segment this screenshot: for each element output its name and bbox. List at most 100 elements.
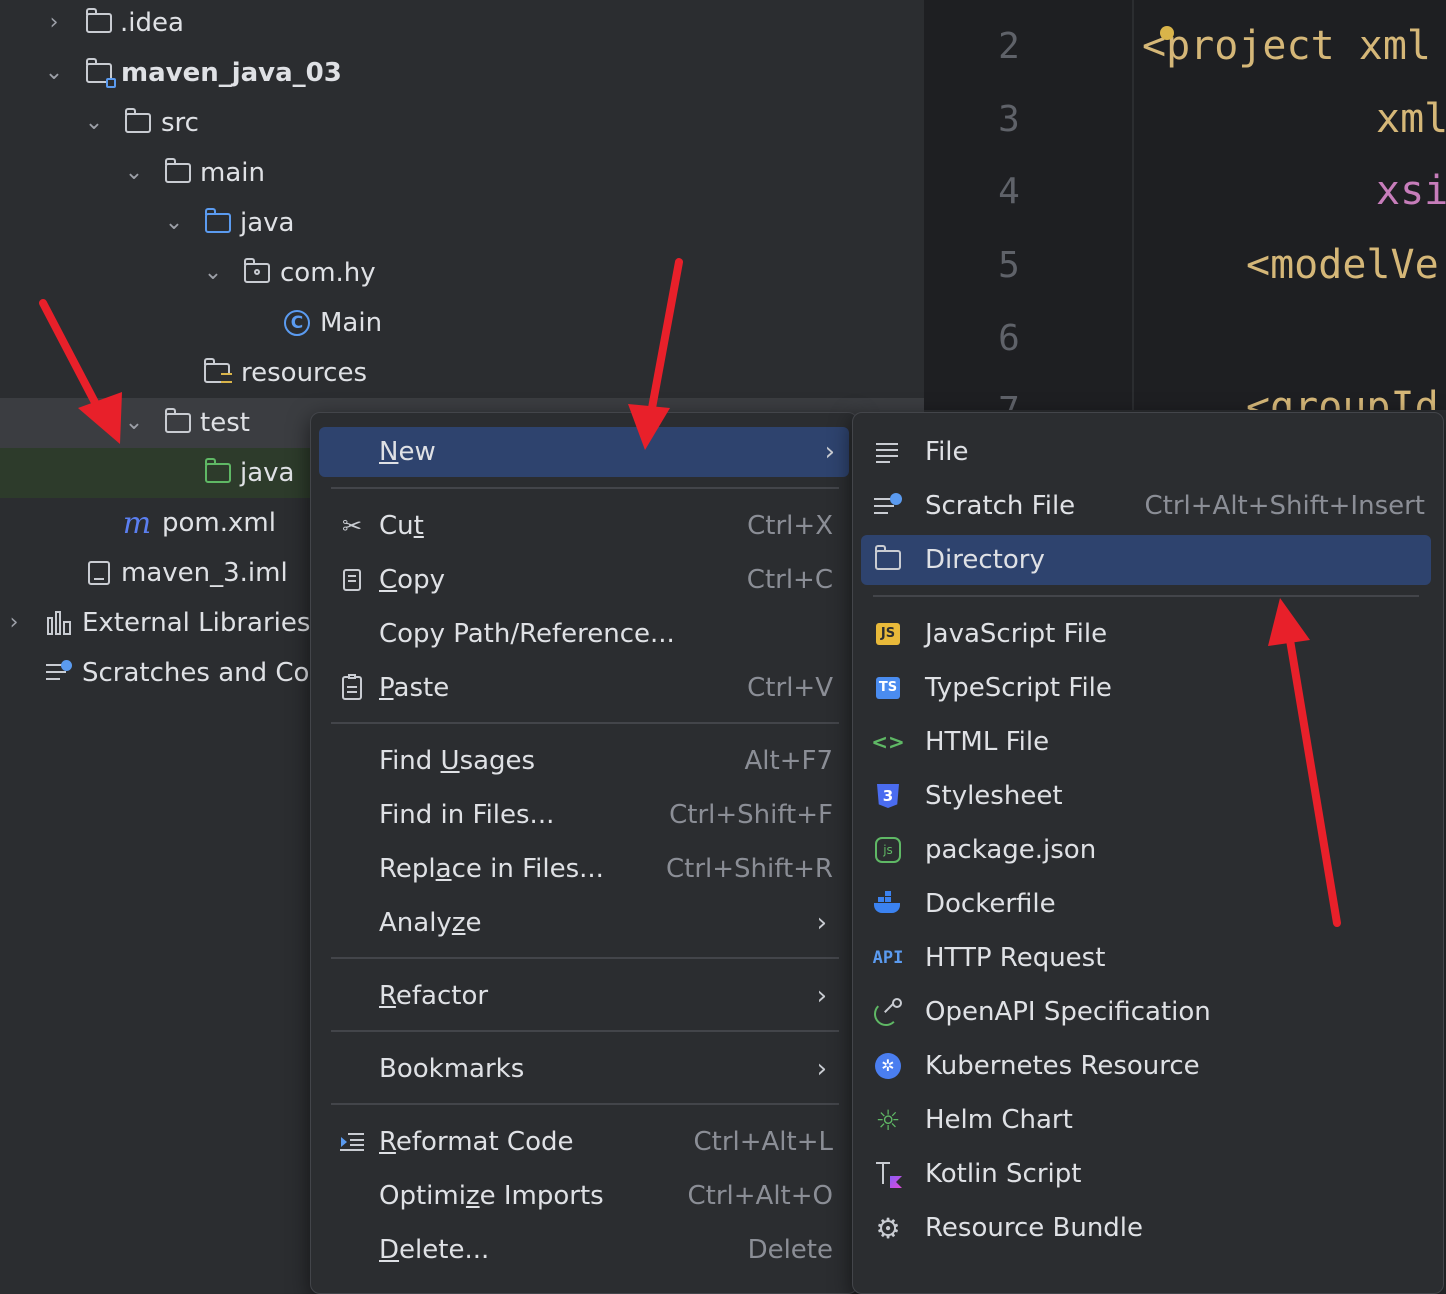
submenu-item-directory[interactable]: Directory [861,535,1431,585]
api-icon: API [872,948,904,968]
line-number: 6 [998,318,1020,359]
kubernetes-icon: ✲ [873,1051,903,1081]
code-line: xsi [1376,168,1446,214]
menu-item-copy[interactable]: Copy Ctrl+C [331,555,841,605]
code-line: <project xml [1142,23,1431,69]
submenu-item-kotlin-script[interactable]: Kotlin Script [867,1149,1433,1199]
submenu-item-kubernetes[interactable]: ✲ Kubernetes Resource [867,1041,1433,1091]
line-number: 4 [998,171,1020,212]
folder-icon [163,408,193,438]
chevron-down-icon[interactable]: ⌄ [123,162,145,184]
resources-folder-icon [202,358,232,388]
menu-separator [331,1103,839,1105]
code-line: <groupId [1246,384,1439,410]
menu-item-delete[interactable]: Delete... Delete [331,1225,841,1275]
chevron-down-icon[interactable]: ⌄ [202,262,224,284]
scissors-icon: ✂ [341,512,363,540]
submenu-item-package-json[interactable]: js package.json [867,825,1433,875]
submenu-item-typescript-file[interactable]: TS TypeScript File [867,663,1433,713]
submenu-item-resource-bundle[interactable]: ⚙ Resource Bundle [867,1203,1433,1253]
tree-item-com-hy[interactable]: ⌄ com.hy [0,248,924,298]
new-submenu: File Scratch File Ctrl+Alt+Shift+Insert … [852,412,1444,1294]
menu-item-refactor[interactable]: Refactor › [331,971,841,1021]
kotlin-script-icon [873,1159,903,1189]
test-source-folder-icon [203,458,233,488]
scratch-file-icon [873,491,903,521]
tree-item-java-main[interactable]: ⌄ java [0,198,924,248]
tree-item-maven-java-03[interactable]: ⌄ maven_java_03 [0,48,924,98]
file-lines-icon [873,437,903,467]
tree-item-src[interactable]: ⌄ src [0,98,924,148]
lightbulb-icon[interactable] [1160,26,1174,40]
submenu-item-javascript-file[interactable]: JS JavaScript File [867,609,1433,659]
chevron-right-icon[interactable]: › [43,12,65,34]
submenu-item-openapi[interactable]: OpenAPI Specification [867,987,1433,1037]
line-number: 7 [984,390,1034,410]
submenu-item-dockerfile[interactable]: Dockerfile [867,879,1433,929]
tree-item-main-class[interactable]: C Main [0,298,924,348]
code-line: <modelVe [1246,242,1439,288]
helm-icon: ☼ [875,1103,901,1137]
clipboard-icon [337,673,367,703]
module-folder-icon [84,58,116,88]
module-file-icon [84,558,114,588]
chevron-right-icon: › [816,908,827,938]
menu-separator [331,722,839,724]
gutter-separator [1132,0,1134,410]
code-editor[interactable]: 2 3 4 5 6 7 <project xml xml xsi <modelV… [924,0,1446,410]
menu-separator [331,1030,839,1032]
chevron-down-icon[interactable]: ⌄ [43,62,65,84]
tree-item-resources[interactable]: resources [0,348,924,398]
menu-item-find-usages[interactable]: Find Usages Alt+F7 [331,736,841,786]
chevron-down-icon[interactable]: ⌄ [123,412,145,434]
menu-item-new[interactable]: New › [319,427,849,477]
menu-item-bookmarks[interactable]: Bookmarks › [331,1044,841,1094]
nodejs-icon: js [873,835,903,865]
line-number: 3 [998,99,1020,140]
chevron-right-icon: › [824,437,835,467]
folder-icon [123,108,153,138]
submenu-item-stylesheet[interactable]: 3 Stylesheet [867,771,1433,821]
submenu-item-file[interactable]: File [867,427,1433,477]
html-icon: <> [871,730,905,754]
menu-item-find-in-files[interactable]: Find in Files... Ctrl+Shift+F [331,790,841,840]
submenu-item-http-request[interactable]: API HTTP Request [867,933,1433,983]
context-menu: New › ✂ Cut Ctrl+X Copy Ctrl+C Copy Path… [310,412,858,1294]
chevron-down-icon[interactable]: ⌄ [83,112,105,134]
package-icon [242,258,272,288]
menu-separator [331,487,839,489]
maven-icon: m [122,505,152,541]
css-icon: 3 [873,781,903,811]
library-icon [44,608,74,638]
openapi-icon [873,997,903,1027]
menu-item-analyze[interactable]: Analyze › [331,898,841,948]
code-line: xml [1376,96,1446,142]
submenu-item-helm-chart[interactable]: ☼ Helm Chart [867,1095,1433,1145]
javascript-icon: JS [873,619,903,649]
chevron-right-icon: › [816,1054,827,1084]
line-number: 5 [998,245,1020,286]
scratches-icon [44,658,74,688]
tree-item-main[interactable]: ⌄ main [0,148,924,198]
submenu-item-scratch-file[interactable]: Scratch File Ctrl+Alt+Shift+Insert [867,481,1433,531]
folder-icon [84,8,114,38]
menu-item-paste[interactable]: Paste Ctrl+V [331,663,841,713]
menu-separator [331,957,839,959]
menu-item-replace-in-files[interactable]: Replace in Files... Ctrl+Shift+R [331,844,841,894]
menu-separator [873,595,1419,597]
docker-icon [873,889,903,919]
class-icon: C [282,308,312,338]
menu-item-cut[interactable]: ✂ Cut Ctrl+X [331,501,841,551]
chevron-right-icon[interactable]: › [3,612,25,634]
menu-item-copy-path[interactable]: Copy Path/Reference... [331,609,841,659]
chevron-down-icon[interactable]: ⌄ [163,212,185,234]
chevron-right-icon: › [816,981,827,1011]
menu-item-optimize-imports[interactable]: Optimize Imports Ctrl+Alt+O [331,1171,841,1221]
reformat-icon [337,1127,367,1157]
source-folder-icon [203,208,233,238]
submenu-item-html-file[interactable]: <> HTML File [867,717,1433,767]
gear-icon: ⚙ [875,1211,901,1245]
folder-icon [873,545,903,575]
menu-item-reformat-code[interactable]: Reformat Code Ctrl+Alt+L [331,1117,841,1167]
tree-item-idea[interactable]: › .idea [0,0,924,48]
